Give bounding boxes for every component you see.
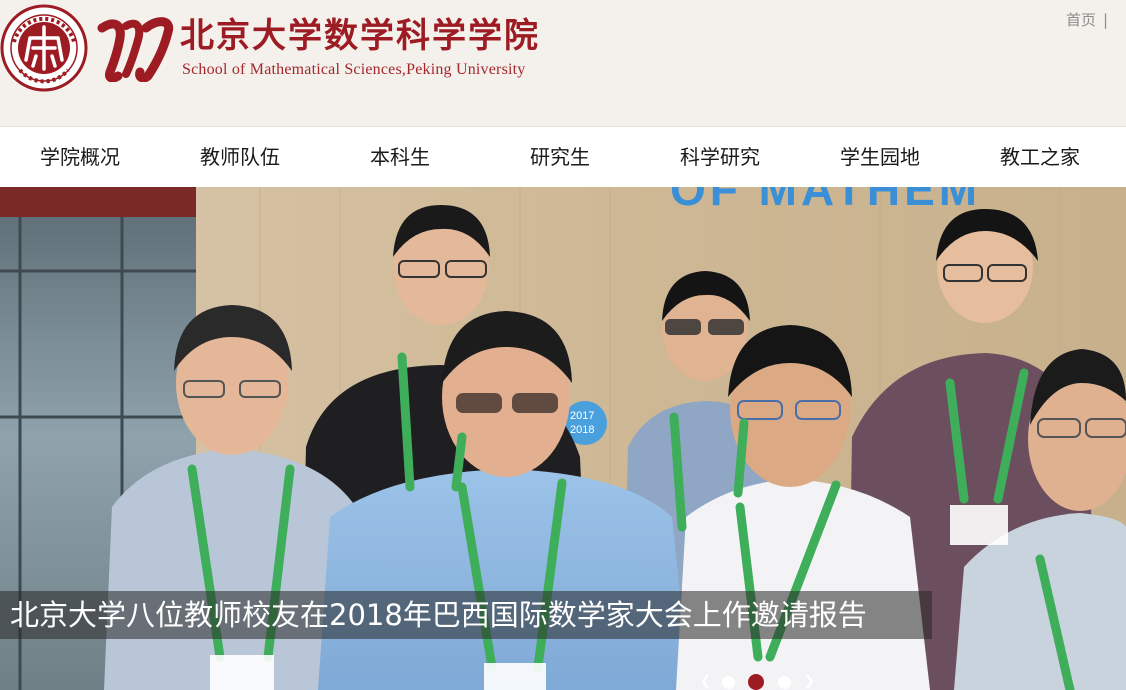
site-header: 北京大学数学科学学院 School of Mathematical Scienc… bbox=[0, 0, 1126, 126]
slide-dot-3[interactable] bbox=[778, 676, 791, 689]
header-separator: | bbox=[1102, 11, 1108, 29]
main-nav: 学院概况 教师队伍 本科生 研究生 科学研究 学生园地 教工之家 bbox=[0, 126, 1126, 187]
nav-item-faculty[interactable]: 教师队伍 bbox=[160, 127, 320, 187]
nav-item-research[interactable]: 科学研究 bbox=[640, 127, 800, 187]
site-subtitle: School of Mathematical Sciences,Peking U… bbox=[182, 61, 526, 78]
peking-university-seal-icon[interactable] bbox=[0, 4, 88, 92]
nav-item-staff[interactable]: 教工之家 bbox=[960, 127, 1120, 187]
school-mark-icon bbox=[97, 17, 174, 82]
slide-dot-1[interactable] bbox=[722, 676, 735, 689]
svg-text:2017: 2017 bbox=[570, 410, 594, 422]
svg-text:2018: 2018 bbox=[570, 424, 594, 436]
nav-item-graduate[interactable]: 研究生 bbox=[480, 127, 640, 187]
chevron-right-icon[interactable]: ❯ bbox=[804, 674, 815, 690]
chevron-left-icon[interactable]: ❮ bbox=[700, 674, 711, 690]
nav-item-students[interactable]: 学生园地 bbox=[800, 127, 960, 187]
nav-item-about[interactable]: 学院概况 bbox=[0, 127, 160, 187]
hero-banner[interactable]: OF MATHEM 2017 2018 北京大学八位教师校友在2018年巴西国际… bbox=[0, 187, 1126, 690]
slide-dot-2[interactable] bbox=[748, 674, 764, 690]
svg-text:OF MATHEM: OF MATHEM bbox=[670, 187, 981, 215]
banner-caption[interactable]: 北京大学八位教师校友在2018年巴西国际数学家大会上作邀请报告 bbox=[0, 591, 932, 639]
home-link[interactable]: 首页 bbox=[1066, 10, 1096, 30]
slider-pagination: ❮ ❯ bbox=[700, 674, 820, 690]
nav-item-undergraduate[interactable]: 本科生 bbox=[320, 127, 480, 187]
site-title: 北京大学数学科学学院 bbox=[180, 16, 540, 56]
